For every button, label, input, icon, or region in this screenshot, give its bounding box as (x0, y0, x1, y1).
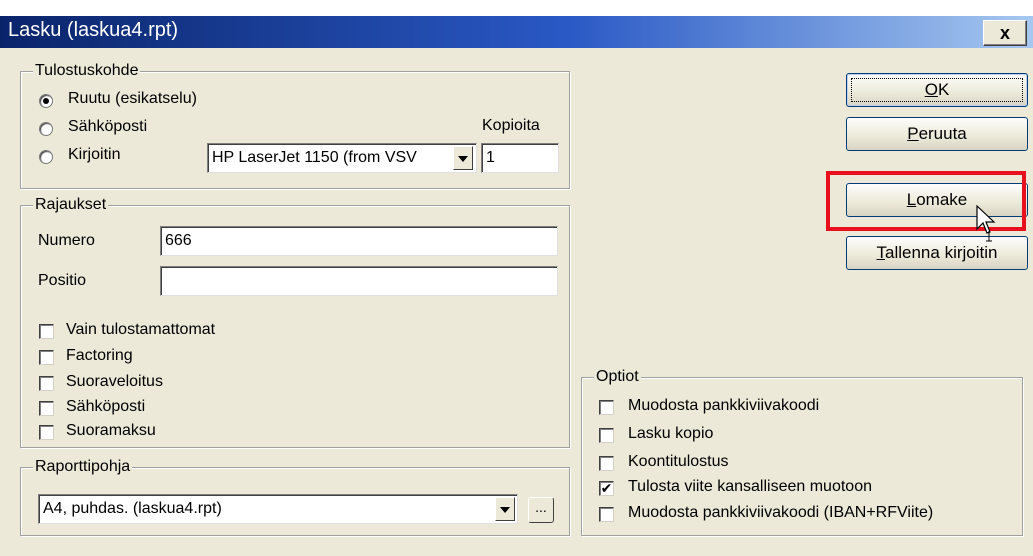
peruuta-label: eruuta (918, 124, 967, 143)
optiot-legend: Optiot (594, 368, 641, 386)
radio-kirjoitin[interactable] (39, 150, 53, 164)
check-suoramaksu-label[interactable]: Suoramaksu (66, 422, 156, 440)
check-vain-tulostamattomat[interactable] (39, 324, 54, 339)
copies-label: Kopioita (482, 117, 540, 134)
title-bar: Lasku (laskua4.rpt) x (0, 16, 1033, 48)
radio-sahkoposti-label[interactable]: Sähköposti (68, 118, 147, 136)
dialog-window: Lasku (laskua4.rpt) x Tulostuskohde Ruut… (0, 0, 1033, 556)
check-pankkiviivakoodi-iban-label[interactable]: Muodosta pankkiviivakoodi (IBAN+RFViite) (628, 504, 933, 522)
check-pankkiviivakoodi-label[interactable]: Muodosta pankkiviivakoodi (628, 397, 819, 415)
numero-input[interactable]: 666 (160, 226, 558, 256)
check-suoraveloitus[interactable] (39, 376, 54, 391)
numero-label: Numero (38, 232, 95, 249)
browse-button[interactable]: ... (528, 497, 554, 523)
check-suoraveloitus-label[interactable]: Suoraveloitus (66, 373, 163, 391)
check-koontitulostus[interactable] (599, 456, 614, 471)
check-sahkoposti[interactable] (39, 401, 54, 416)
tallenna-label: allenna kirjoitin (885, 243, 998, 262)
tallenna-accel: T (876, 243, 886, 262)
printer-dropdown-button[interactable] (453, 146, 473, 170)
peruuta-button[interactable]: Peruuta (846, 117, 1028, 151)
positio-label: Positio (38, 272, 87, 289)
check-factoring-label[interactable]: Factoring (66, 347, 133, 365)
tulostuskohde-legend: Tulostuskohde (33, 62, 141, 80)
check-tulosta-viite[interactable]: ✔ (599, 481, 614, 496)
check-tulosta-viite-label[interactable]: Tulosta viite kansalliseen muotoon (628, 478, 872, 496)
check-factoring[interactable] (39, 350, 54, 365)
window-title: Lasku (laskua4.rpt) (8, 19, 179, 41)
radio-ruutu[interactable] (39, 94, 53, 108)
check-pankkiviivakoodi-iban[interactable] (599, 507, 614, 522)
check-vain-tulostamattomat-label[interactable]: Vain tulostamattomat (66, 321, 215, 339)
check-pankkiviivakoodi[interactable] (599, 400, 614, 415)
check-sahkoposti-label[interactable]: Sähköposti (66, 398, 145, 416)
rajaukset-legend: Rajaukset (33, 196, 109, 214)
mouse-cursor-icon (976, 205, 996, 242)
positio-input[interactable] (160, 266, 558, 296)
peruuta-accel: P (907, 124, 919, 143)
ok-focus-rect (851, 78, 1023, 102)
tallenna-kirjoitin-button[interactable]: Tallenna kirjoitin (846, 236, 1028, 270)
printer-select[interactable]: HP LaserJet 1150 (from VSV (207, 143, 477, 173)
raporttipohja-select[interactable]: A4, puhdas. (laskua4.rpt) (38, 494, 518, 524)
check-koontitulostus-label[interactable]: Koontitulostus (628, 453, 729, 471)
check-lasku-kopio[interactable] (599, 428, 614, 443)
radio-sahkoposti[interactable] (39, 122, 53, 136)
check-suoramaksu[interactable] (39, 425, 54, 440)
radio-ruutu-label[interactable]: Ruutu (esikatselu) (68, 90, 197, 108)
copies-input[interactable]: 1 (481, 143, 559, 173)
raporttipohja-legend: Raporttipohja (33, 458, 133, 476)
raporttipohja-dropdown-button[interactable] (495, 497, 515, 521)
top-strip (0, 0, 1033, 16)
ok-button[interactable]: OK (846, 73, 1028, 107)
close-button[interactable]: x (983, 20, 1027, 46)
check-lasku-kopio-label[interactable]: Lasku kopio (628, 425, 713, 443)
radio-kirjoitin-label[interactable]: Kirjoitin (68, 146, 120, 164)
